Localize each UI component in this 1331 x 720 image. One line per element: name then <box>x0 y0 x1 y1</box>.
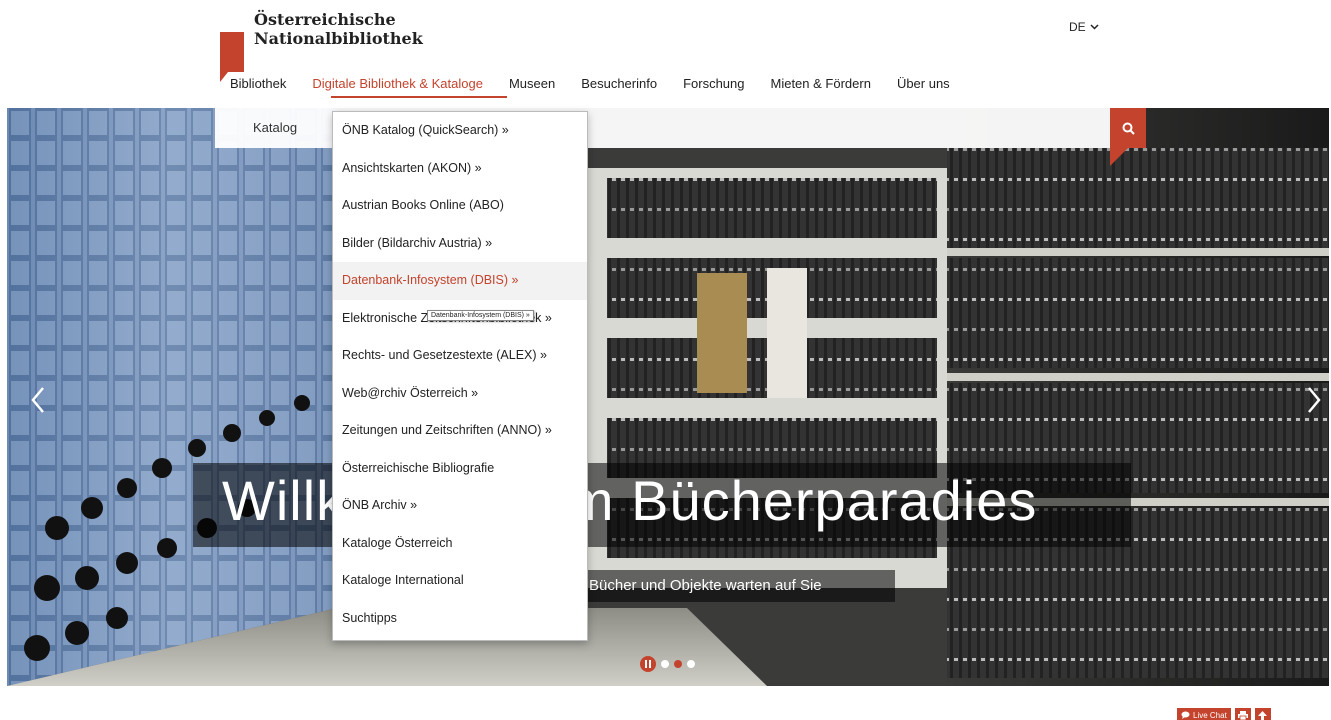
print-button[interactable] <box>1234 708 1251 720</box>
live-chat-button[interactable]: Live Chat <box>1177 708 1231 720</box>
chevron-right-icon <box>1308 387 1321 413</box>
arrow-up-icon <box>1258 710 1268 720</box>
next-slide-button[interactable] <box>1299 380 1329 420</box>
menu-item-dbis[interactable]: Datenbank-Infosystem (DBIS) » <box>333 262 587 300</box>
print-icon <box>1237 710 1248 720</box>
pause-icon-bar <box>649 660 651 668</box>
menu-item-webarchiv[interactable]: Web@rchiv Österreich » <box>333 375 587 413</box>
pause-icon-bar <box>645 660 647 668</box>
active-nav-underline <box>331 96 507 98</box>
live-chat-label: Live Chat <box>1193 710 1227 720</box>
menu-item-ansichtskarten[interactable]: Ansichtskarten (AKON) » <box>333 150 587 188</box>
logo-text: Österreichische Nationalbibliothek <box>254 10 423 48</box>
chat-icon <box>1181 711 1190 719</box>
tooltip: Datenbank-Infosystem (DBIS) » <box>427 310 534 321</box>
nav-item-ueber-uns[interactable]: Über uns <box>897 76 950 91</box>
menu-item-bibliografie[interactable]: Österreichische Bibliografie <box>333 450 587 488</box>
carousel-dot-3[interactable] <box>687 660 695 668</box>
menu-item-kataloge-oesterreich[interactable]: Kataloge Österreich <box>333 525 587 563</box>
menu-item-anno[interactable]: Zeitungen und Zeitschriften (ANNO) » <box>333 412 587 450</box>
search-icon <box>1122 122 1135 135</box>
nav-item-forschung[interactable]: Forschung <box>683 76 744 91</box>
previous-slide-button[interactable] <box>23 380 53 420</box>
search-input[interactable] <box>540 108 1100 148</box>
menu-item-alex[interactable]: Rechts- und Gesetzestexte (ALEX) » <box>333 337 587 375</box>
digital-library-dropdown: ÖNB Katalog (QuickSearch) » Ansichtskart… <box>332 111 588 641</box>
logo-mark-icon <box>220 32 244 82</box>
search-button-tail <box>1110 148 1146 166</box>
nav-item-museen[interactable]: Museen <box>509 76 555 91</box>
language-selector[interactable]: DE <box>1069 20 1099 34</box>
menu-item-austrian-books-online[interactable]: Austrian Books Online (ABO) <box>333 187 587 225</box>
chevron-left-icon <box>31 387 44 413</box>
search-scope-tab[interactable]: Katalog <box>253 120 297 135</box>
menu-item-oenb-katalog[interactable]: ÖNB Katalog (QuickSearch) » <box>333 112 587 150</box>
carousel-dot-2[interactable] <box>674 660 682 668</box>
nav-item-digitale-bibliothek[interactable]: Digitale Bibliothek & Kataloge <box>312 76 483 91</box>
carousel-dot-1[interactable] <box>661 660 669 668</box>
pause-button[interactable] <box>640 656 656 672</box>
scroll-top-button[interactable] <box>1254 708 1271 720</box>
hero-subline: Bücher und Objekte warten auf Sie <box>589 577 822 594</box>
chevron-down-icon <box>1090 24 1099 30</box>
hero-carousel: Katalog Willkommen im Bücherparadies Büc… <box>7 108 1329 686</box>
carousel-controls <box>640 656 695 672</box>
search-button[interactable] <box>1110 108 1146 148</box>
menu-item-bilder[interactable]: Bilder (Bildarchiv Austria) » <box>333 225 587 263</box>
nav-item-mieten-foerdern[interactable]: Mieten & Fördern <box>771 76 871 91</box>
menu-item-oenb-archiv[interactable]: ÖNB Archiv » <box>333 487 587 525</box>
nav-item-bibliothek[interactable]: Bibliothek <box>230 76 286 91</box>
menu-item-suchtipps[interactable]: Suchtipps <box>333 600 587 638</box>
footer-tools: Live Chat <box>1177 708 1271 720</box>
logo-line-1: Österreichische <box>254 10 396 29</box>
language-label: DE <box>1069 20 1086 34</box>
main-navigation: Bibliothek Digitale Bibliothek & Katalog… <box>230 76 950 91</box>
nav-item-besucherinfo[interactable]: Besucherinfo <box>581 76 657 91</box>
logo-line-2: Nationalbibliothek <box>254 29 423 48</box>
menu-item-kataloge-international[interactable]: Kataloge International <box>333 562 587 600</box>
